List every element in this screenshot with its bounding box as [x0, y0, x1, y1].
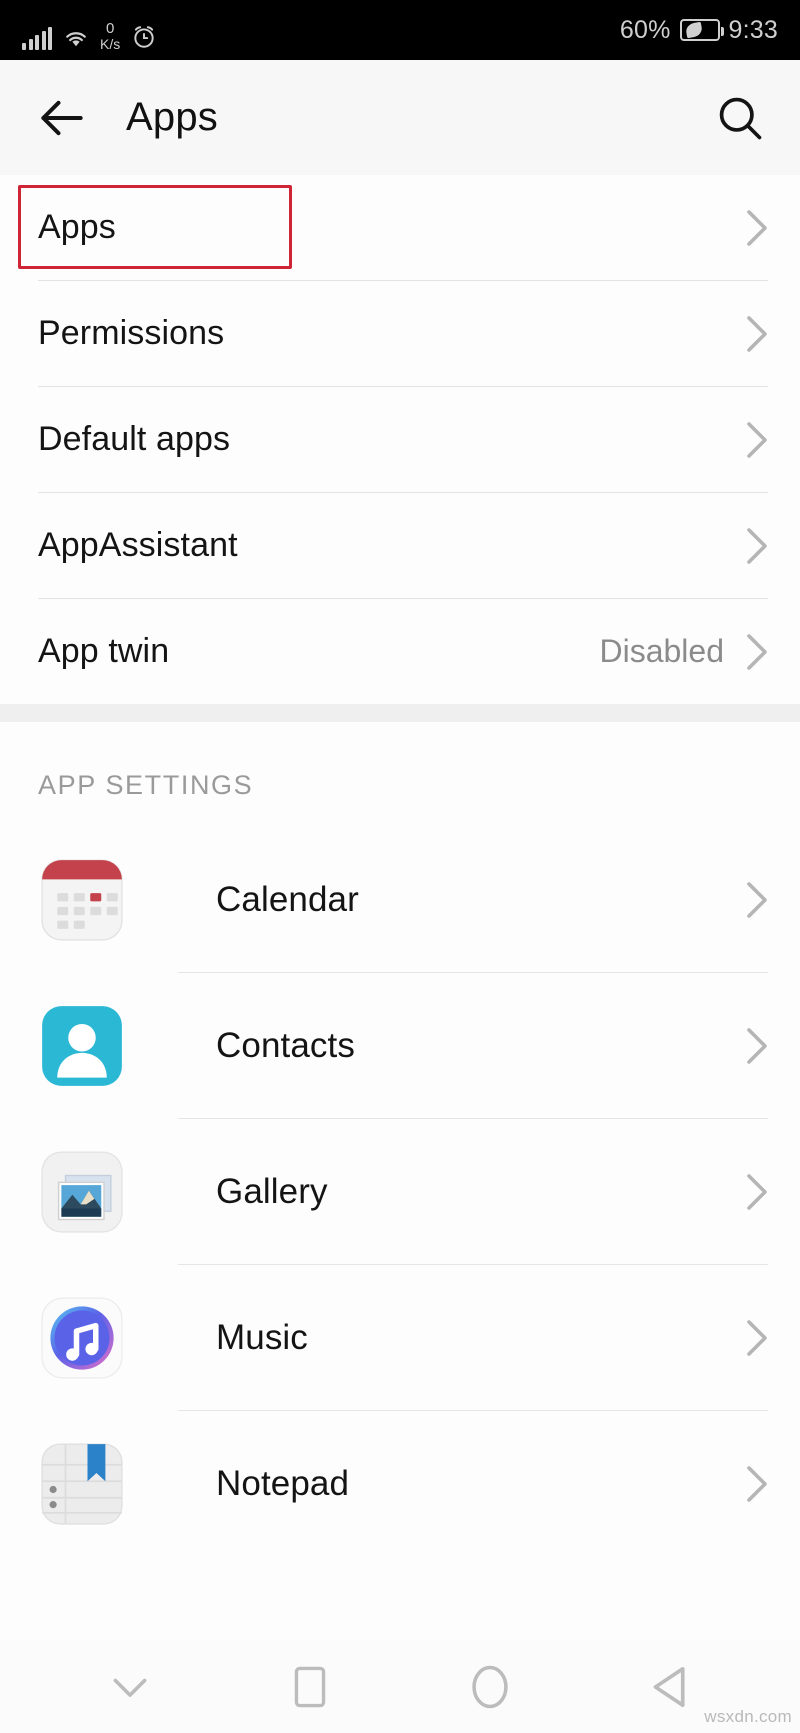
- music-app-icon: [41, 1296, 123, 1379]
- settings-row-appassistant[interactable]: AppAssistant: [0, 493, 800, 598]
- page-title: Apps: [126, 95, 218, 139]
- chevron-right-icon: [747, 315, 767, 352]
- phone-screen: 0 K/s 60% 9:33 Apps Apps Permissions Def…: [0, 0, 800, 1733]
- wifi-icon: [66, 32, 86, 47]
- square-icon: [294, 1666, 326, 1707]
- circle-icon: [472, 1665, 508, 1708]
- settings-row-apps[interactable]: Apps: [0, 175, 800, 280]
- app-row-notepad[interactable]: Notepad: [0, 1411, 800, 1556]
- chevron-right-icon: [747, 421, 767, 458]
- triangle-left-icon: [653, 1666, 685, 1707]
- network-speed-value: 0: [105, 20, 115, 37]
- settings-row-label: AppAssistant: [38, 526, 238, 564]
- recents-button[interactable]: [283, 1660, 337, 1714]
- app-row-label: Notepad: [216, 1463, 350, 1503]
- app-bar: Apps: [0, 60, 800, 175]
- status-bar-left: 0 K/s: [22, 10, 157, 51]
- back-arrow-icon[interactable]: [34, 90, 90, 146]
- settings-row-default-apps[interactable]: Default apps: [0, 387, 800, 492]
- settings-row-permissions[interactable]: Permissions: [0, 281, 800, 386]
- chevron-right-icon: [747, 633, 767, 670]
- group-header-app-settings: APP SETTINGS: [0, 722, 800, 827]
- chevron-down-icon: [113, 1678, 147, 1697]
- battery-power-saving-icon: [679, 19, 724, 41]
- section-separator: [0, 704, 800, 722]
- settings-row-label: Default apps: [38, 420, 231, 458]
- network-speed-indicator: 0 K/s: [100, 21, 120, 51]
- status-bar: 0 K/s 60% 9:33: [0, 0, 800, 60]
- app-row-label: Contacts: [216, 1025, 355, 1065]
- app-row-contacts[interactable]: Contacts: [0, 973, 800, 1118]
- gallery-app-icon: [41, 1150, 123, 1233]
- settings-row-label: Permissions: [38, 314, 225, 352]
- chevron-right-icon: [747, 1465, 767, 1502]
- settings-list: Apps Permissions Default apps AppAssista…: [0, 175, 800, 704]
- chevron-right-icon: [747, 1173, 767, 1210]
- app-row-calendar[interactable]: Calendar: [0, 827, 800, 972]
- settings-row-label: Apps: [38, 208, 116, 246]
- battery-percent-label: 60%: [619, 15, 671, 44]
- chevron-right-icon: [747, 527, 767, 564]
- settings-row-label: App twin: [38, 632, 170, 670]
- alarm-clock-icon: [134, 26, 154, 48]
- contacts-app-icon: [42, 1005, 122, 1086]
- home-button[interactable]: [463, 1660, 517, 1714]
- navigation-bar: [0, 1640, 800, 1733]
- clock-label: 9:33: [728, 15, 778, 44]
- notepad-app-icon: [41, 1442, 123, 1525]
- status-bar-right: 60% 9:33: [619, 15, 778, 44]
- chevron-right-icon: [747, 1027, 767, 1064]
- calendar-app-icon: [41, 858, 123, 941]
- app-row-label: Music: [216, 1317, 308, 1357]
- app-row-label: Calendar: [216, 879, 359, 919]
- settings-row-value: Disabled: [599, 633, 724, 669]
- settings-row-app-twin[interactable]: App twin Disabled: [0, 599, 800, 704]
- app-row-label: Gallery: [216, 1171, 328, 1211]
- cellular-signal-icon: [22, 27, 52, 50]
- chevron-right-icon: [747, 881, 767, 918]
- network-speed-unit: K/s: [100, 36, 121, 52]
- chevron-right-icon: [747, 209, 767, 246]
- hide-navbar-button[interactable]: [103, 1660, 157, 1714]
- back-button[interactable]: [643, 1660, 697, 1714]
- search-icon[interactable]: [714, 92, 766, 144]
- app-row-music[interactable]: Music: [0, 1265, 800, 1410]
- app-row-gallery[interactable]: Gallery: [0, 1119, 800, 1264]
- watermark: wsxdn.com: [704, 1707, 792, 1726]
- chevron-right-icon: [747, 1319, 767, 1356]
